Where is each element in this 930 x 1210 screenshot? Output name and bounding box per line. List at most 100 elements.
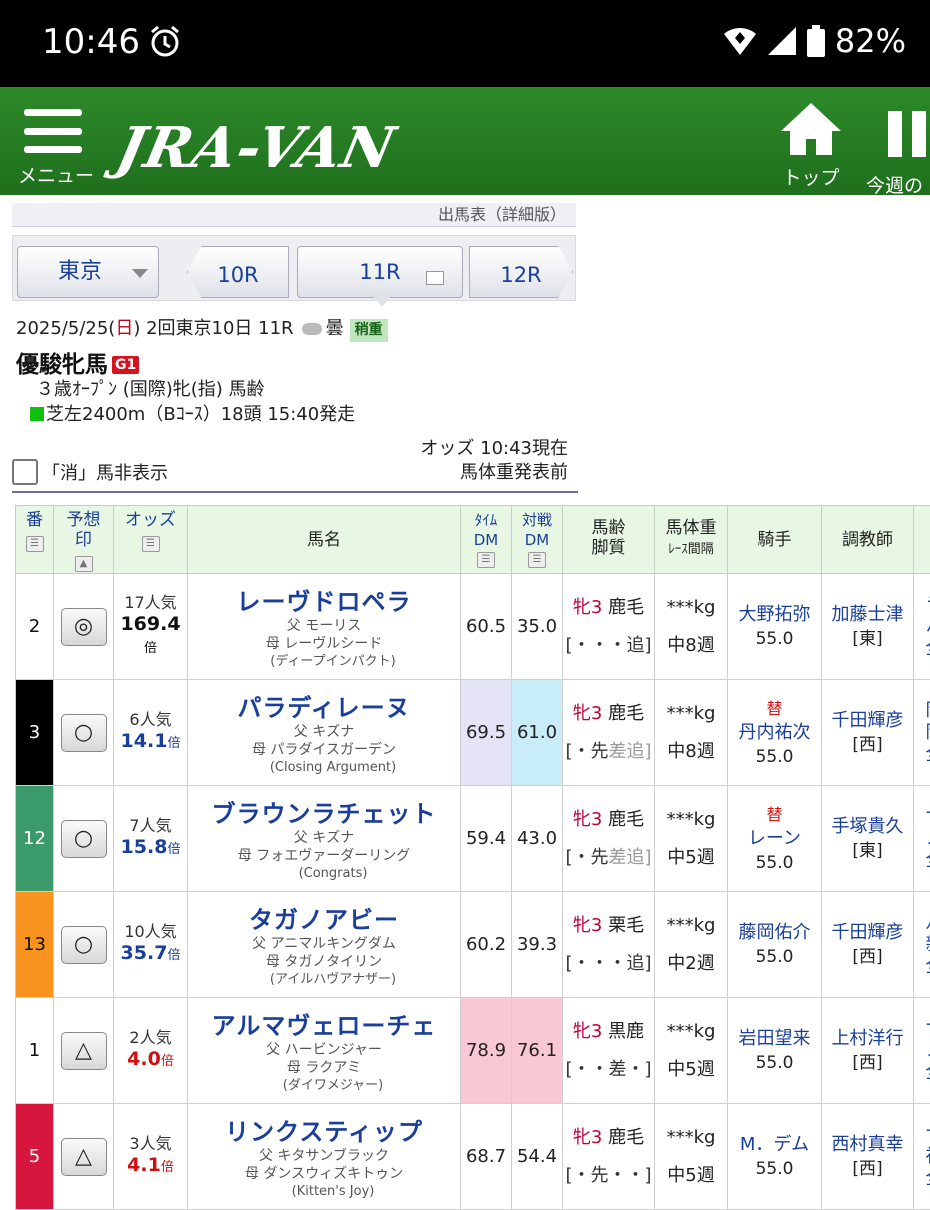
time-dm: 60.2 bbox=[461, 892, 512, 998]
table-row: 13○10人気35.7倍タガノアビー父 アニマルキングダム母 タガノタイリン(ア… bbox=[16, 892, 930, 998]
jockey-link[interactable]: レーン bbox=[728, 827, 821, 851]
table-row: 5△3人気4.1倍リンクスティップ父 キタサンブラック母 ダンスウィズキトゥン(… bbox=[16, 1104, 930, 1210]
horse-number: 12 bbox=[16, 786, 54, 892]
data-saver-icon bbox=[723, 26, 757, 56]
prediction-mark-button[interactable]: ◎ bbox=[61, 608, 107, 646]
trainer-region: [西] bbox=[822, 733, 913, 757]
jockey-link[interactable]: 大野拓弥 bbox=[728, 603, 821, 627]
odds-value: 4.0倍 bbox=[114, 1048, 187, 1073]
weight-cell: ***kg中5週 bbox=[655, 998, 728, 1104]
header-odds[interactable]: オッズ☰ bbox=[114, 506, 188, 574]
jockey-link[interactable]: 岩田望来 bbox=[728, 1027, 821, 1051]
odds-time: オッズ 10:43現在 bbox=[410, 437, 568, 461]
horse-name-link[interactable]: タガノアビー bbox=[188, 900, 460, 935]
odds-cell: 7人気15.8倍 bbox=[114, 786, 188, 892]
header-vs-dm[interactable]: 対戦DM☰ bbox=[512, 506, 563, 574]
header-age: 馬齢脚質 bbox=[563, 506, 655, 574]
sort-up-icon[interactable]: ▲ bbox=[75, 556, 93, 572]
jockey-weight: 55.0 bbox=[728, 945, 821, 969]
cloud-icon bbox=[302, 323, 322, 335]
venue-label: 東京 bbox=[58, 259, 102, 284]
horse-name-link[interactable]: リンクスティップ bbox=[188, 1112, 460, 1147]
current-race-button[interactable]: 11R bbox=[297, 246, 463, 298]
running-style: [・・・追] bbox=[563, 945, 654, 983]
table-row: 12○7人気15.8倍ブラウンラチェット父 キズナ母 フォエヴァーダーリング(C… bbox=[16, 786, 930, 892]
horse-cell: レーヴドロペラ父 モーリス母 レーヴルシード(ディープインパクト) bbox=[188, 574, 461, 680]
owner-text: サ ノ 全 bbox=[914, 806, 930, 872]
coat: 鹿毛 bbox=[608, 703, 644, 724]
horse-number: 13 bbox=[16, 892, 54, 998]
trainer-link[interactable]: 千田輝彦 bbox=[822, 709, 913, 733]
race-interval: 中8週 bbox=[655, 733, 727, 771]
trainer-link[interactable]: 西村真幸 bbox=[822, 1133, 913, 1157]
top-label: トップ bbox=[776, 163, 846, 190]
header-ban[interactable]: 番☰ bbox=[16, 506, 54, 574]
horse-name-link[interactable]: レーヴドロペラ bbox=[188, 582, 460, 617]
header-time-dm[interactable]: ﾀｲﾑDM☰ bbox=[461, 506, 512, 574]
hide-scratched-toggle[interactable]: 「消」馬非表示 bbox=[12, 459, 168, 485]
this-week-button[interactable]: 今週の bbox=[866, 101, 930, 198]
sort-icon[interactable]: ☰ bbox=[528, 552, 546, 568]
body-weight: ***kg bbox=[655, 695, 727, 733]
sex-age: 牝3 bbox=[573, 1021, 602, 1042]
jockey-cell: M．デム55.0 bbox=[728, 1104, 822, 1210]
time-dm: 60.5 bbox=[461, 574, 512, 680]
venue-select[interactable]: 東京 bbox=[17, 246, 159, 298]
race-interval: 中2週 bbox=[655, 945, 727, 983]
prediction-mark-button[interactable]: △ bbox=[61, 1032, 107, 1070]
pause-icon bbox=[888, 111, 930, 157]
prediction-mark-button[interactable]: ○ bbox=[61, 820, 107, 858]
prev-race-button[interactable]: 10R bbox=[187, 246, 289, 298]
menu-button[interactable]: メニュー bbox=[18, 109, 88, 189]
jockey-link[interactable]: 藤岡佑介 bbox=[728, 921, 821, 945]
prediction-mark-button[interactable]: ○ bbox=[61, 714, 107, 752]
trainer-link[interactable]: 加藤士津 bbox=[822, 603, 913, 627]
sire: 父 モーリス bbox=[188, 617, 460, 635]
race-course: 芝左2400m（Bｺｰｽ）18頭 15:40発走 bbox=[46, 404, 355, 425]
header-mark[interactable]: 予想印▲ bbox=[54, 506, 114, 574]
odds-cell: 3人気4.1倍 bbox=[114, 1104, 188, 1210]
owner-cell: ラ ハ 全 bbox=[914, 574, 930, 680]
jockey-link[interactable]: M．デム bbox=[728, 1133, 821, 1157]
odds-info: オッズ 10:43現在 馬体重発表前 bbox=[410, 437, 568, 485]
trainer-link[interactable]: 上村洋行 bbox=[822, 1027, 913, 1051]
sex-age: 牝3 bbox=[573, 809, 602, 830]
owner-cell: 岡 岡 全 bbox=[914, 680, 930, 786]
next-race-button[interactable]: 12R bbox=[469, 246, 573, 298]
horse-name-link[interactable]: アルマヴェローチェ bbox=[188, 1006, 460, 1041]
table-row: 2◎17人気169.4倍レーヴドロペラ父 モーリス母 レーヴルシード(ディープイ… bbox=[16, 574, 930, 680]
jra-van-logo[interactable]: JRA-VAN bbox=[111, 115, 401, 181]
body-weight: ***kg bbox=[655, 801, 727, 839]
header-jockey: 騎手 bbox=[728, 506, 822, 574]
top-button[interactable]: トップ bbox=[776, 101, 846, 190]
trainer-link[interactable]: 千田輝彦 bbox=[822, 921, 913, 945]
sort-icon[interactable]: ☰ bbox=[26, 536, 44, 552]
prediction-mark-button[interactable]: ○ bbox=[61, 926, 107, 964]
vs-dm: 35.0 bbox=[512, 574, 563, 680]
jockey-cell: 岩田望来55.0 bbox=[728, 998, 822, 1104]
hide-scratched-checkbox[interactable] bbox=[12, 459, 38, 485]
jockey-link[interactable]: 丹内祐次 bbox=[728, 721, 821, 745]
trainer-cell: 千田輝彦[西] bbox=[822, 680, 914, 786]
owner-text: 岡 岡 全 bbox=[914, 700, 930, 766]
sort-icon[interactable]: ☰ bbox=[142, 536, 160, 552]
prediction-mark-button[interactable]: △ bbox=[61, 1138, 107, 1176]
hide-scratched-label: 「消」馬非表示 bbox=[42, 459, 168, 485]
race-interval: 中8週 bbox=[655, 627, 727, 665]
broodmare-sire: (ダイワメジャー) bbox=[188, 1077, 460, 1095]
horse-number: 5 bbox=[16, 1104, 54, 1210]
menu-label: メニュー bbox=[18, 161, 88, 188]
divider bbox=[12, 491, 578, 493]
jockey-change: 替 bbox=[728, 697, 821, 721]
trainer-region: [東] bbox=[822, 839, 913, 863]
horse-name-link[interactable]: パラディレーヌ bbox=[188, 688, 460, 723]
trainer-link[interactable]: 手塚貴久 bbox=[822, 815, 913, 839]
popularity: 10人気 bbox=[114, 922, 187, 942]
owner-cell: サ 社 全 bbox=[914, 1104, 930, 1210]
sort-icon[interactable]: ☰ bbox=[477, 552, 495, 568]
trainer-cell: 西村真幸[西] bbox=[822, 1104, 914, 1210]
sex-age: 牝3 bbox=[573, 597, 602, 618]
trainer-region: [西] bbox=[822, 945, 913, 969]
trainer-cell: 手塚貴久[東] bbox=[822, 786, 914, 892]
horse-name-link[interactable]: ブラウンラチェット bbox=[188, 794, 460, 829]
